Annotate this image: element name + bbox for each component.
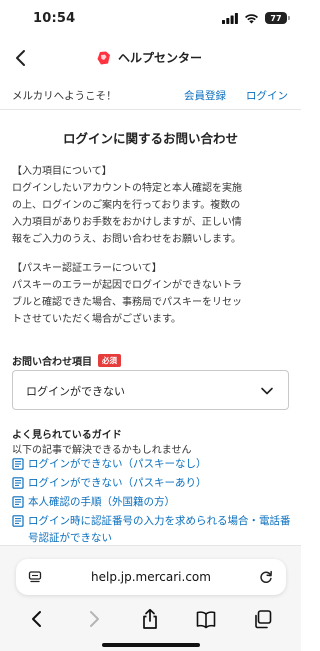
guide-link[interactable]: ログインができない（パスキーなし）	[12, 456, 296, 473]
paragraph-line: ブルと確認できた場合、事務局でパスキーをリセッ	[12, 297, 242, 308]
cellular-signal-icon	[222, 12, 238, 24]
status-bar: 10:54 77	[0, 0, 301, 38]
forward-arrow-icon[interactable]	[84, 608, 104, 630]
page-title: ログインに関するお問い合わせ	[62, 131, 238, 146]
document-icon	[12, 496, 24, 508]
url-text: help.jp.mercari.com	[91, 570, 211, 584]
guide-link[interactable]: ログインができない（パスキーあり）	[12, 475, 296, 492]
nav-title-text: ヘルプセンター	[118, 51, 203, 65]
paragraph-line: パスキーのエラーが起因でログインができないトラ	[12, 280, 242, 291]
paragraph-line: 入力項目がありお手数をおかけしますが、正しい情	[12, 217, 242, 228]
home-indicator	[102, 643, 200, 647]
document-icon	[12, 458, 24, 470]
paragraph-line: 報をご入力のうえ、お問い合わせをお願いします。	[12, 234, 241, 245]
share-icon[interactable]	[140, 608, 160, 630]
register-link[interactable]: 会員登録	[184, 88, 226, 103]
select-value: ログインができない	[26, 385, 125, 398]
required-badge: 必須	[98, 354, 121, 367]
chevron-down-icon	[261, 387, 273, 395]
guide-link-label: ログインができない（パスキーなし）	[28, 458, 207, 470]
browser-toolbar: help.jp.mercari.com	[0, 545, 301, 651]
back-arrow-icon[interactable]	[27, 608, 47, 630]
guide-subtitle: 以下の記事で解決できるかもしれません	[12, 445, 192, 456]
address-bar[interactable]: help.jp.mercari.com	[16, 559, 286, 595]
guide-title: よく見られているガイド	[12, 430, 122, 441]
welcome-text: メルカリへようこそ！	[12, 90, 117, 102]
reload-icon[interactable]	[258, 569, 274, 585]
guide-link-label: ログインができない（パスキーあり）	[28, 477, 207, 489]
nav-header: ヘルプセンター	[0, 38, 301, 78]
inquiry-label-row: お問い合わせ項目 必須	[12, 353, 121, 368]
section-heading: 【入力項目について】	[12, 166, 112, 177]
mercari-logo-icon	[97, 51, 110, 64]
guide-link[interactable]: ログイン時に認証番号の入力を求められる場合・電話番号認証ができない	[12, 513, 296, 547]
input-items-section: 【入力項目について】 ログインしたいアカウントの特定と本人確認を実施 の上、ログ…	[12, 163, 294, 248]
battery-icon: 77	[265, 12, 290, 24]
guide-link-label: ログイン時に認証番号の入力を求められる場合・電話番号認証ができない	[28, 515, 291, 544]
document-icon	[12, 477, 24, 489]
guide-link[interactable]: 本人確認の手順（外国籍の方）	[12, 494, 296, 511]
login-link[interactable]: ログイン	[246, 88, 288, 103]
document-icon	[12, 515, 24, 527]
welcome-bar: メルカリへようこそ！ 会員登録 ログイン	[0, 80, 301, 110]
wifi-icon	[245, 13, 258, 23]
inquiry-label: お問い合わせ項目	[12, 357, 92, 368]
status-icons: 77	[222, 12, 290, 24]
status-time: 10:54	[33, 11, 76, 26]
nav-title: ヘルプセンター	[96, 49, 202, 66]
guide-link-label: 本人確認の手順（外国籍の方）	[28, 496, 175, 508]
browser-nav-toolbar	[0, 604, 301, 634]
section-heading: 【パスキー認証エラーについて】	[12, 263, 162, 274]
paragraph-line: の上、ログインのご案内を行っております。複数の	[12, 200, 241, 211]
back-chevron-icon[interactable]	[10, 46, 32, 70]
passkey-error-section: 【パスキー認証エラーについて】 パスキーのエラーが起因でログインができないトラ …	[12, 260, 294, 328]
paragraph-line: トさせていただく場合がございます。	[12, 314, 181, 325]
inquiry-type-select[interactable]: ログインができない	[12, 370, 289, 410]
bookmarks-icon[interactable]	[196, 608, 216, 630]
guide-list: ログインができない（パスキーなし） ログインができない（パスキーあり） 本人確認…	[12, 456, 296, 549]
tabs-icon[interactable]	[253, 608, 273, 630]
paragraph-line: ログインしたいアカウントの特定と本人確認を実施	[12, 183, 242, 194]
